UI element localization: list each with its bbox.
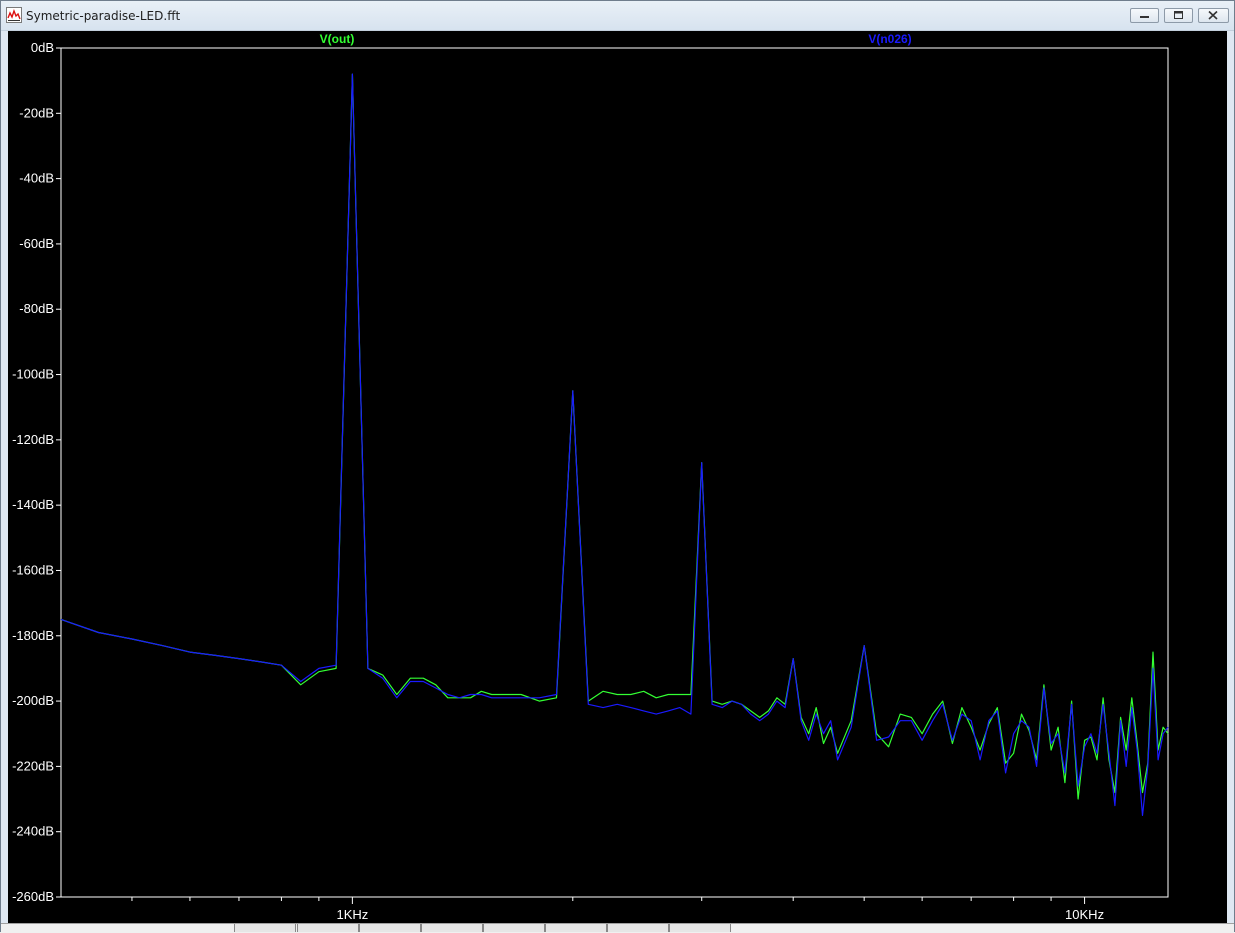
minimize-button[interactable]	[1130, 8, 1159, 23]
title-bar[interactable]: Symetric-paradise-LED.fft	[1, 1, 1234, 31]
x-tick-label: 1KHz	[336, 907, 368, 922]
y-tick-label: -60dB	[19, 236, 54, 251]
x-tick-label: 10KHz	[1065, 907, 1104, 922]
status-tab	[669, 924, 731, 932]
status-tab	[483, 924, 545, 932]
y-tick-label: -180dB	[12, 628, 54, 643]
fft-plot-pane[interactable]: 0dB -20dB -40dB -60dB -80dB -100dB -120dB -140d…	[8, 31, 1227, 923]
y-tick-label: -20dB	[19, 105, 54, 120]
y-tick-label: -40dB	[19, 171, 54, 186]
status-tab	[421, 924, 483, 932]
status-tab	[359, 924, 421, 932]
series-line-vout	[60, 73, 1169, 800]
y-tick-label: -240dB	[12, 824, 54, 839]
waveform-app-icon	[6, 7, 22, 23]
y-tick-label: 0dB	[31, 40, 54, 55]
series-line-vn026	[60, 73, 1169, 817]
minimize-icon	[1140, 16, 1149, 18]
legend-label: V(n026)	[868, 32, 911, 46]
close-icon	[1208, 10, 1218, 20]
y-tick-label: -80dB	[19, 301, 54, 316]
plot-frame	[60, 47, 1169, 898]
status-tab	[297, 924, 359, 932]
status-tab	[607, 924, 669, 932]
legend-label: V(out)	[320, 32, 355, 46]
y-tick-label: -100dB	[12, 367, 54, 382]
y-tick-label: -120dB	[12, 432, 54, 447]
status-tab	[234, 924, 296, 932]
y-tick-label: -200dB	[12, 693, 54, 708]
fft-chart[interactable]: 0dB -20dB -40dB -60dB -80dB -100dB -120dB -140d…	[8, 31, 1227, 923]
maximize-icon	[1174, 11, 1183, 19]
status-tab	[545, 924, 607, 932]
y-tick-label: -140dB	[12, 497, 54, 512]
window-title: Symetric-paradise-LED.fft	[26, 9, 181, 23]
close-button[interactable]	[1198, 8, 1229, 23]
y-tick-label: -160dB	[12, 562, 54, 577]
y-tick-label: -260dB	[12, 889, 54, 904]
maximize-button[interactable]	[1164, 8, 1193, 23]
y-tick-label: -220dB	[12, 758, 54, 773]
app-window: Symetric-paradise-LED.fft 0dB -20dB -40dB -…	[0, 0, 1235, 933]
